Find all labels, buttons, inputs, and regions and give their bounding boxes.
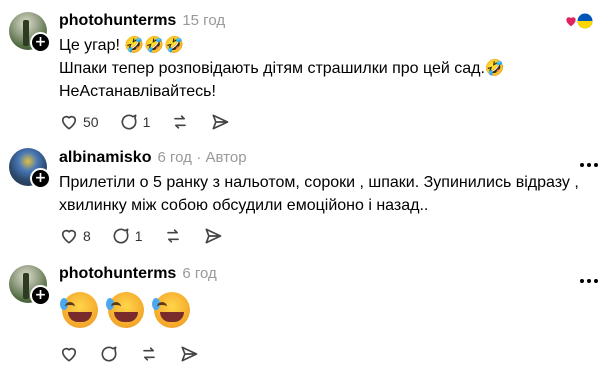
timestamp: 6 год bbox=[157, 149, 192, 166]
send-icon bbox=[205, 228, 221, 244]
repost-button[interactable] bbox=[163, 226, 183, 246]
repost-icon bbox=[143, 347, 155, 361]
share-button[interactable] bbox=[203, 226, 223, 246]
avatar-image bbox=[23, 20, 29, 46]
like-button[interactable]: 8 bbox=[59, 226, 91, 246]
like-count: 50 bbox=[83, 114, 99, 130]
comment-body: Прилетіли о 5 ранку з нальотом, сороки ,… bbox=[59, 171, 579, 217]
action-bar: 50 1 bbox=[59, 111, 250, 133]
timestamp: 6 год bbox=[182, 265, 217, 282]
comment-icon bbox=[101, 346, 117, 362]
comment-line: Це угар! 🤣🤣🤣 bbox=[59, 37, 185, 54]
username[interactable]: photohunterms 6 год bbox=[59, 265, 217, 283]
emoji-row bbox=[60, 292, 200, 328]
author-tag: · Автор bbox=[196, 149, 247, 166]
avatar-image bbox=[23, 273, 29, 299]
timestamp: 15 год bbox=[182, 12, 226, 29]
heart-outline-icon bbox=[61, 229, 77, 244]
reply-count: 1 bbox=[142, 114, 151, 130]
like-button[interactable]: 50 bbox=[59, 112, 99, 132]
rolling-on-floor-laughing-emoji bbox=[60, 292, 98, 328]
rolling-on-floor-laughing-emoji bbox=[106, 292, 144, 328]
comment-line: хвилинку між собою обсудили емоційоно і … bbox=[59, 197, 429, 214]
repost-icon bbox=[174, 115, 187, 129]
comment-body: Це угар! 🤣🤣🤣 Шпаки тепер розповідають ді… bbox=[59, 34, 505, 103]
send-icon bbox=[181, 346, 198, 362]
more-dot bbox=[594, 279, 598, 283]
like-count: 8 bbox=[83, 228, 91, 244]
more-options-button[interactable] bbox=[580, 270, 602, 283]
share-button[interactable] bbox=[210, 112, 230, 132]
comment-icon bbox=[121, 114, 137, 130]
follow-plus-icon[interactable]: + bbox=[30, 285, 51, 306]
comment-icon bbox=[113, 228, 129, 244]
more-dot bbox=[580, 163, 584, 167]
heart-outline-icon bbox=[61, 115, 77, 130]
repost-icon bbox=[166, 229, 179, 243]
username-text[interactable]: photohunterms bbox=[59, 12, 176, 29]
repost-button[interactable] bbox=[139, 344, 159, 364]
action-bar: 8 1 bbox=[59, 225, 243, 247]
comment-line: Прилетіли о 5 ранку з нальотом, сороки ,… bbox=[59, 174, 579, 191]
username[interactable]: albinamisko 6 год · Автор bbox=[59, 149, 247, 167]
comment-line: Шпаки тепер розповідають дітям страшилки… bbox=[59, 60, 505, 77]
more-options-button[interactable] bbox=[580, 154, 602, 167]
follow-plus-icon[interactable]: + bbox=[30, 32, 51, 53]
more-dot bbox=[580, 279, 584, 283]
more-dot bbox=[587, 279, 591, 283]
repost-button[interactable] bbox=[170, 112, 190, 132]
send-icon bbox=[212, 114, 229, 130]
reply-count: 1 bbox=[134, 228, 143, 244]
ukraine-flag-heart-icon bbox=[577, 13, 593, 29]
like-button[interactable] bbox=[59, 344, 79, 364]
more-dot bbox=[587, 163, 591, 167]
username-text[interactable]: photohunterms bbox=[59, 265, 176, 282]
reaction-icons bbox=[564, 12, 594, 30]
share-button[interactable] bbox=[179, 344, 199, 364]
reply-button[interactable] bbox=[99, 344, 119, 364]
username[interactable]: photohunterms 15 год bbox=[59, 12, 225, 30]
username-text[interactable]: albinamisko bbox=[59, 149, 151, 166]
more-dot bbox=[594, 163, 598, 167]
reply-button[interactable]: 1 bbox=[119, 112, 151, 132]
comment-line: НеАстанавлівайтесь! bbox=[59, 83, 216, 100]
reply-button[interactable]: 1 bbox=[111, 226, 143, 246]
rolling-on-floor-laughing-emoji bbox=[152, 292, 190, 328]
action-bar bbox=[59, 343, 219, 365]
follow-plus-icon[interactable]: + bbox=[30, 168, 51, 189]
heart-outline-icon bbox=[61, 347, 77, 362]
